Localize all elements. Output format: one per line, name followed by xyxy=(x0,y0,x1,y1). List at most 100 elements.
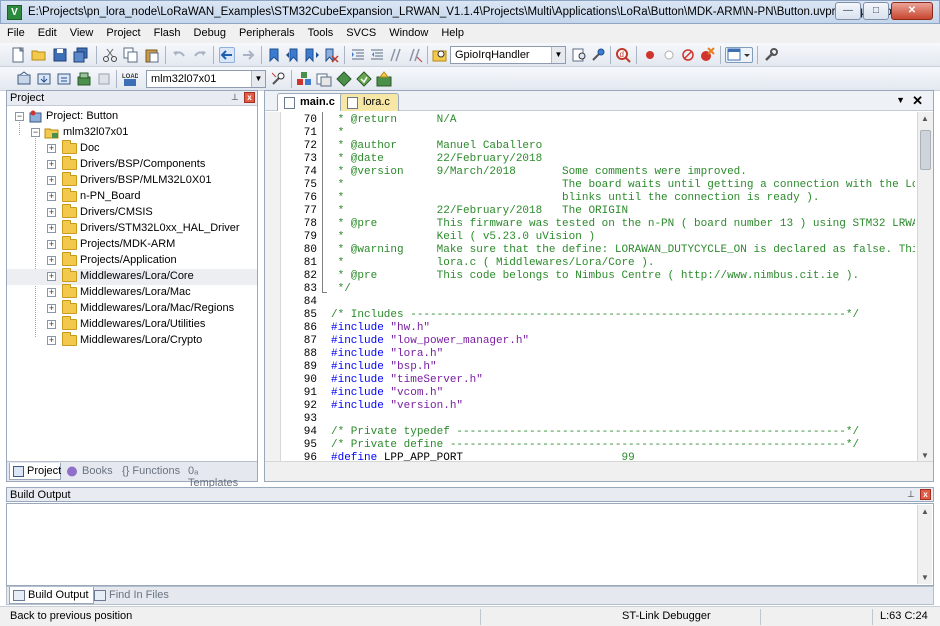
chevron-down-icon[interactable]: ▼ xyxy=(251,71,265,87)
pin-icon[interactable]: ⊥ xyxy=(231,92,241,103)
expand-icon[interactable]: + xyxy=(47,176,56,185)
minimize-button[interactable]: — xyxy=(835,2,861,20)
tab-find-in-files[interactable]: Find In Files xyxy=(91,587,173,604)
kill-all-breakpoints-icon[interactable] xyxy=(699,47,715,63)
redo-icon[interactable] xyxy=(192,47,208,63)
select-packs-icon[interactable] xyxy=(336,71,352,87)
pin-icon[interactable]: ⊥ xyxy=(907,489,917,500)
expand-icon[interactable]: + xyxy=(47,288,56,297)
uncomment-icon[interactable] xyxy=(407,47,423,63)
code-line[interactable]: 91 #include "vcom.h" xyxy=(281,387,443,400)
translate-icon[interactable] xyxy=(16,71,32,87)
tree-group-middlewares-lora-crypto[interactable]: + Middlewares/Lora/Crypto xyxy=(7,332,257,349)
expand-icon[interactable]: + xyxy=(47,192,56,201)
scroll-up-icon[interactable]: ▲ xyxy=(921,114,929,123)
code-line[interactable]: 87 #include "low_power_manager.h" xyxy=(281,335,529,348)
code-line[interactable]: 94 /* Private typedef -------------------… xyxy=(281,426,859,439)
close-icon[interactable]: ✕ xyxy=(912,93,923,109)
expand-icon[interactable]: + xyxy=(47,304,56,313)
tree-group-doc[interactable]: + Doc xyxy=(7,140,257,157)
cut-icon[interactable] xyxy=(102,47,118,63)
project-root-node[interactable]: − Project: Button xyxy=(7,109,257,125)
code-line[interactable]: 84 xyxy=(281,296,331,309)
prev-bookmark-icon[interactable] xyxy=(285,47,301,63)
code-line[interactable]: 77 * 22/February/2018 The ORIGIN xyxy=(281,205,628,218)
configure-find-icon[interactable] xyxy=(590,47,606,63)
code-line[interactable]: 95 /* Private define --------------------… xyxy=(281,439,859,452)
rebuild-icon[interactable] xyxy=(56,71,72,87)
batch-build-icon[interactable] xyxy=(76,71,92,87)
target-options-icon[interactable] xyxy=(270,71,286,87)
manage-components-icon[interactable] xyxy=(296,71,312,87)
code-line[interactable]: 83 */ xyxy=(281,283,351,296)
close-icon[interactable]: x xyxy=(920,489,931,500)
chevron-down-icon[interactable]: ▼ xyxy=(551,47,565,63)
code-line[interactable]: 92 #include "version.h" xyxy=(281,400,463,413)
tree-group-projects-mdk-arm[interactable]: + Projects/MDK-ARM xyxy=(7,236,257,253)
tree-group-drivers-bsp-components[interactable]: + Drivers/BSP/Components xyxy=(7,156,257,173)
save-all-icon[interactable] xyxy=(73,47,89,63)
build-icon[interactable] xyxy=(36,71,52,87)
code-line[interactable]: 88 #include "lora.h" xyxy=(281,348,443,361)
menu-svcs[interactable]: SVCS xyxy=(339,24,382,43)
uvision-app-icon[interactable]: V xyxy=(7,5,22,20)
code-line[interactable]: 71 * xyxy=(281,127,344,140)
download-icon[interactable]: LOAD xyxy=(122,71,140,87)
scroll-down-icon[interactable]: ▼ xyxy=(921,451,929,460)
menu-project[interactable]: Project xyxy=(99,24,146,43)
code-line[interactable]: 73 * @date 22/February/2018 xyxy=(281,153,542,166)
code-line[interactable]: 78 * @pre This firmware was tested on th… xyxy=(281,218,915,231)
code-line[interactable]: 74 * @version 9/March/2018 Some comments… xyxy=(281,166,747,179)
tree-group-drivers-cmsis[interactable]: + Drivers/CMSIS xyxy=(7,204,257,221)
tree-group-n-pn-board[interactable]: + n-PN_Board xyxy=(7,188,257,205)
tab-functions[interactable]: {} Functions xyxy=(117,463,181,480)
menu-window[interactable]: Window xyxy=(382,24,434,43)
bookmark-icon[interactable] xyxy=(266,47,282,63)
tree-group-drivers-bsp-mlm32l0x01[interactable]: + Drivers/BSP/MLM32L0X01 xyxy=(7,172,257,189)
code-line[interactable]: 80 * @warning Make sure that the define:… xyxy=(281,244,915,257)
target-node[interactable]: − mlm32l07x01 xyxy=(7,125,257,141)
tab-build-output[interactable]: Build Output xyxy=(9,587,94,604)
scroll-up-icon[interactable]: ▲ xyxy=(921,507,929,516)
menu-file[interactable]: File xyxy=(0,24,31,43)
tree-group-middlewares-lora-mac[interactable]: + Middlewares/Lora/Mac xyxy=(7,284,257,301)
stop-build-icon[interactable] xyxy=(96,71,112,87)
expand-icon[interactable]: + xyxy=(47,272,56,281)
paste-icon[interactable] xyxy=(144,47,160,63)
find-in-files-icon[interactable] xyxy=(432,47,448,63)
menu-tools[interactable]: Tools xyxy=(301,24,340,43)
tree-group-projects-application[interactable]: + Projects/Application xyxy=(7,252,257,269)
collapse-icon[interactable]: − xyxy=(31,128,40,137)
navigate-back-icon[interactable] xyxy=(219,47,235,63)
expand-icon[interactable]: + xyxy=(47,336,56,345)
incremental-find-icon[interactable] xyxy=(572,47,588,63)
tree-group-middlewares-lora-mac-regions[interactable]: + Middlewares/Lora/Mac/Regions xyxy=(7,300,257,317)
new-file-icon[interactable] xyxy=(10,46,26,63)
tree-group-middlewares-lora-core[interactable]: + Middlewares/Lora/Core xyxy=(7,268,257,285)
expand-icon[interactable]: + xyxy=(47,208,56,217)
disable-breakpoint-icon[interactable] xyxy=(661,47,677,63)
code-line[interactable]: 72 * @author Manuel Caballero xyxy=(281,140,542,153)
tree-group-drivers-hal[interactable]: + Drivers/STM32L0xx_HAL_Driver xyxy=(7,220,257,237)
scroll-down-icon[interactable]: ▼ xyxy=(921,573,929,582)
code-line[interactable]: 89 #include "bsp.h" xyxy=(281,361,437,374)
menu-debug[interactable]: Debug xyxy=(187,24,232,43)
code-line[interactable]: 70 * @return N/A xyxy=(281,114,457,127)
tab-lora-c[interactable]: lora.c xyxy=(340,93,399,111)
function-combobox[interactable]: GpioIrqHandler ▼ xyxy=(450,46,566,64)
expand-icon[interactable]: + xyxy=(47,224,56,233)
window-layout-icon[interactable] xyxy=(725,47,753,63)
open-folder-icon[interactable] xyxy=(31,47,47,63)
debug-session-icon[interactable]: d xyxy=(615,47,631,63)
unindent-icon[interactable] xyxy=(369,47,385,63)
pack-installer-icon[interactable] xyxy=(356,71,372,87)
code-line[interactable]: 81 * lora.c ( Middlewares/Lora/Core ). xyxy=(281,257,655,270)
expand-icon[interactable]: + xyxy=(47,320,56,329)
code-line[interactable]: 86 #include "hw.h" xyxy=(281,322,430,335)
code-area[interactable]: 70 * @return N/A 71 * 72 * @author Manuel … xyxy=(265,112,915,462)
build-output-scrollbar[interactable]: ▲ ▼ xyxy=(917,505,932,584)
close-button[interactable]: ✕ xyxy=(891,2,933,20)
clear-bookmarks-icon[interactable] xyxy=(323,47,339,63)
horizontal-scrollbar[interactable] xyxy=(265,461,933,481)
configure-tools-icon[interactable] xyxy=(763,47,779,63)
